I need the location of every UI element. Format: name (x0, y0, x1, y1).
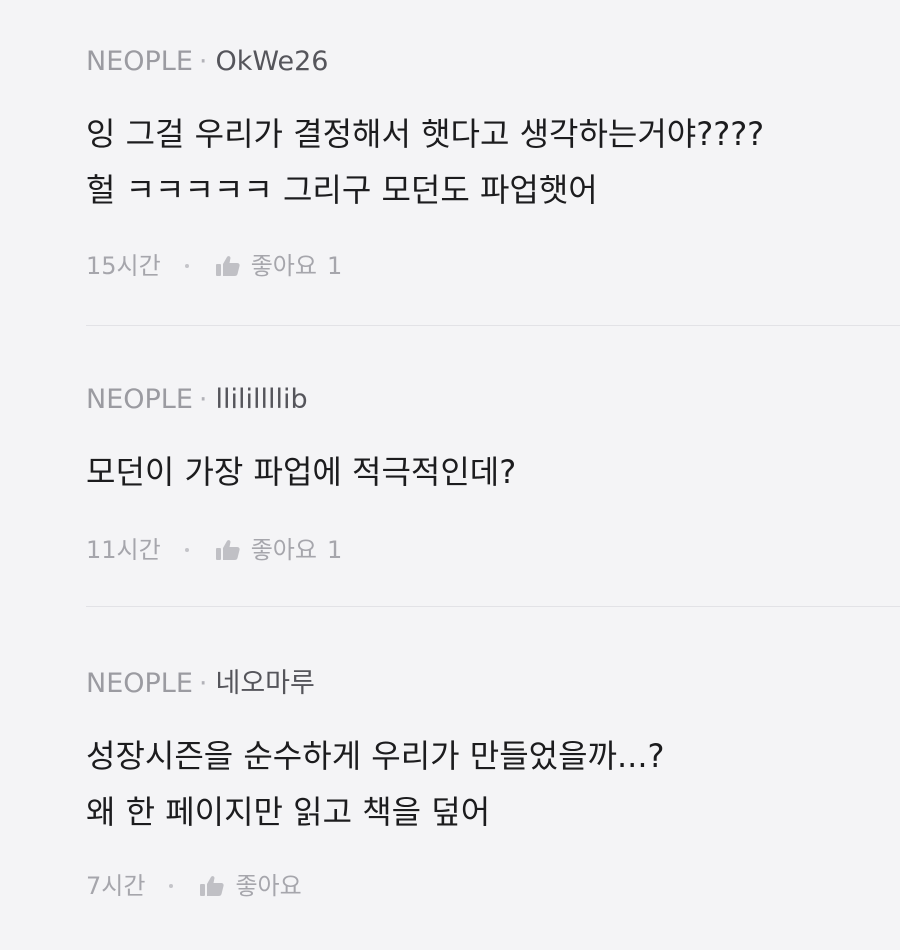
comment-line: 왜 한 페이지만 읽고 책을 덮어 (86, 793, 491, 831)
comment-text: 모던이 가장 파업에 적극적인데? (86, 444, 516, 500)
like-button[interactable]: 좋아요 1 (215, 534, 343, 566)
comment-header: NEOPLE · 네오마루 (86, 666, 315, 702)
timestamp: 15시간 (86, 252, 161, 280)
like-button[interactable]: 좋아요 1 (215, 250, 343, 282)
comment-line: 헐 ㅋㅋㅋㅋㅋ 그리구 모던도 파업햇어 (86, 171, 598, 209)
thumbs-up-icon (215, 540, 240, 560)
meta-separator (184, 548, 189, 552)
comment-meta: 11시간 좋아요 1 (86, 534, 342, 566)
comment-line: 성장시즌을 순수하게 우리가 만들었을까...? (86, 737, 665, 775)
comment-header: NEOPLE · OkWe26 (86, 44, 328, 80)
comment-text: 잉 그걸 우리가 결정해서 햇다고 생각하는거야???? 헐 ㅋㅋㅋㅋㅋ 그리구… (86, 106, 764, 218)
timestamp: 7시간 (86, 872, 146, 900)
comment-header: NEOPLE · llilillllib (86, 382, 308, 418)
comment-line: 잉 그걸 우리가 결정해서 햇다고 생각하는거야???? (86, 115, 765, 153)
thumbs-up-icon (200, 876, 225, 896)
meta-separator (169, 884, 174, 888)
like-button[interactable]: 좋아요 (199, 870, 311, 902)
thumbs-up-icon (215, 256, 240, 276)
like-label: 좋아요 (235, 872, 302, 900)
like-label: 좋아요 (250, 536, 317, 564)
author-name[interactable]: llilillllib (216, 384, 308, 415)
like-count: 1 (326, 536, 343, 564)
separator-dot: · (198, 46, 208, 77)
like-count: 1 (326, 252, 343, 280)
author-name[interactable]: OkWe26 (216, 46, 329, 77)
separator-dot: · (198, 668, 208, 699)
author-org: NEOPLE (86, 384, 193, 415)
comment-text: 성장시즌을 순수하게 우리가 만들었을까...? 왜 한 페이지만 읽고 책을 … (86, 728, 665, 840)
comment-divider (86, 325, 900, 326)
separator-dot: · (198, 384, 208, 415)
comment-meta: 7시간 좋아요 (86, 870, 312, 902)
meta-separator (184, 264, 189, 268)
comment-line: 모던이 가장 파업에 적극적인데? (86, 453, 517, 491)
comment-meta: 15시간 좋아요 1 (86, 250, 342, 282)
author-org: NEOPLE (86, 46, 193, 77)
like-label: 좋아요 (250, 252, 317, 280)
author-org: NEOPLE (86, 668, 193, 699)
timestamp: 11시간 (86, 536, 161, 564)
comment-divider (86, 606, 900, 607)
author-name[interactable]: 네오마루 (216, 668, 315, 699)
